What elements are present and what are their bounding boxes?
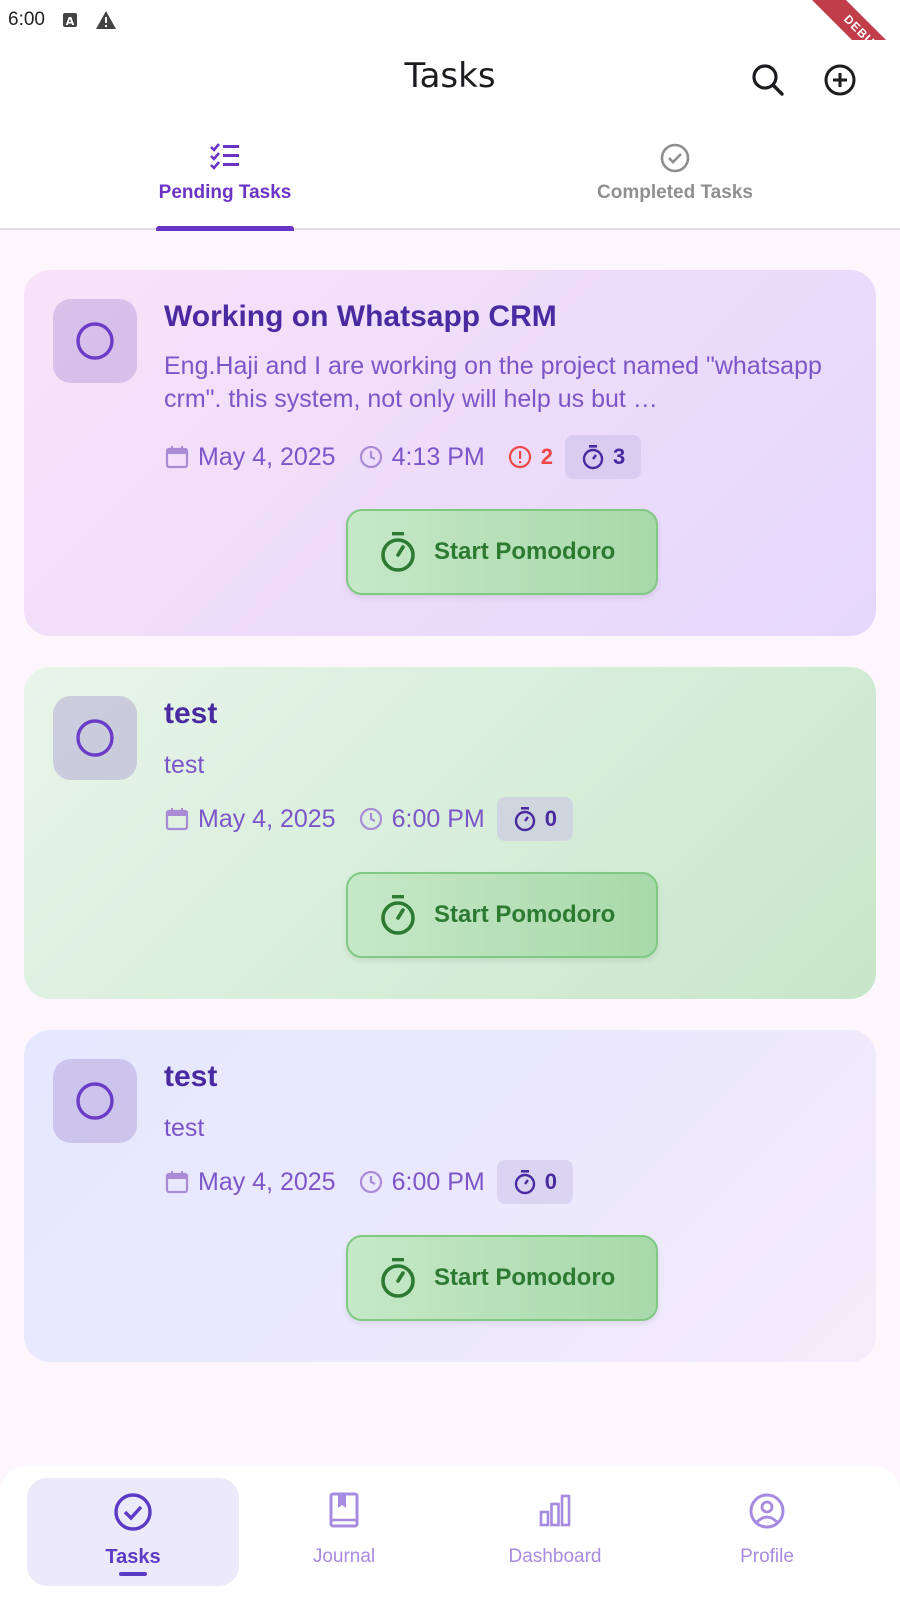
timer-icon <box>381 532 415 572</box>
tab-indicator <box>156 226 294 231</box>
timer-icon <box>381 1258 415 1298</box>
task-card[interactable]: test test May 4, 2025 6:00 PM 0 Start Po… <box>24 667 876 999</box>
task-time: 4:13 PM <box>391 442 485 471</box>
priority-count: 2 <box>540 444 553 469</box>
clock-icon <box>359 1170 382 1194</box>
task-title: test <box>164 1060 218 1093</box>
circle-outline-icon <box>76 322 114 360</box>
complete-task-toggle[interactable] <box>53 1059 137 1143</box>
add-task-button[interactable] <box>820 60 860 100</box>
status-bar: 6:00 A <box>0 0 900 40</box>
timer-icon <box>514 807 535 832</box>
task-time: 6:00 PM <box>391 1167 485 1196</box>
start-pomodoro-button[interactable]: Start Pomodoro <box>346 1235 658 1321</box>
task-date: May 4, 2025 <box>198 442 336 471</box>
account-circle-icon <box>749 1493 785 1529</box>
task-tabs: Pending Tasks Completed Tasks <box>0 120 900 231</box>
nav-tasks[interactable]: Tasks <box>27 1478 239 1586</box>
app-bar: Tasks <box>0 40 900 120</box>
a-badge-icon: A <box>61 11 79 29</box>
priority-alert-icon <box>508 445 531 469</box>
check-circle-icon <box>660 143 690 173</box>
task-date: May 4, 2025 <box>198 1167 336 1196</box>
search-button[interactable] <box>748 60 788 100</box>
pomodoro-count-chip: 0 <box>496 1160 573 1204</box>
nav-label: Profile <box>740 1546 794 1567</box>
clock-icon <box>359 445 382 469</box>
clock-icon <box>359 807 382 831</box>
task-meta: May 4, 2025 6:00 PM 0 <box>164 797 573 841</box>
timer-icon <box>514 1170 535 1195</box>
bottom-navigation: Tasks Journal Dashboard Profile <box>0 1466 900 1600</box>
status-time: 6:00 <box>8 9 45 30</box>
pomodoro-count-chip: 0 <box>496 797 573 841</box>
task-date: May 4, 2025 <box>198 804 336 833</box>
task-time: 6:00 PM <box>391 804 485 833</box>
svg-text:A: A <box>66 15 75 28</box>
checklist-icon <box>210 143 239 170</box>
task-meta: May 4, 2025 4:13 PM 2 3 <box>164 435 642 479</box>
tab-completed-tasks[interactable]: Completed Tasks <box>450 120 900 230</box>
task-title: test <box>164 697 218 730</box>
check-circle-icon <box>114 1493 152 1531</box>
pomodoro-count-chip: 3 <box>564 435 642 479</box>
nav-label: Tasks <box>105 1546 161 1568</box>
pomodoro-count: 3 <box>612 444 626 469</box>
start-pomodoro-label: Start Pomodoro <box>434 901 616 928</box>
circle-outline-icon <box>76 719 114 757</box>
nav-label: Journal <box>312 1546 376 1567</box>
warning-icon <box>95 10 117 30</box>
nav-dashboard[interactable]: Dashboard <box>449 1478 661 1586</box>
bar-chart-icon <box>539 1494 571 1527</box>
timer-icon <box>381 895 415 935</box>
task-description: test <box>164 1114 205 1142</box>
tab-pending-tasks[interactable]: Pending Tasks <box>0 120 450 230</box>
task-title: Working on Whatsapp CRM <box>164 300 557 333</box>
start-pomodoro-label: Start Pomodoro <box>434 538 616 565</box>
start-pomodoro-button[interactable]: Start Pomodoro <box>346 509 658 595</box>
complete-task-toggle[interactable] <box>53 696 137 780</box>
start-pomodoro-button[interactable]: Start Pomodoro <box>346 872 658 958</box>
book-icon <box>329 1492 359 1528</box>
nav-profile[interactable]: Profile <box>661 1478 873 1586</box>
start-pomodoro-label: Start Pomodoro <box>434 1264 616 1291</box>
tab-label: Pending Tasks <box>158 182 292 203</box>
circle-outline-icon <box>76 1082 114 1120</box>
pomodoro-count: 0 <box>544 806 557 831</box>
nav-journal[interactable]: Journal <box>238 1478 450 1586</box>
search-icon <box>752 64 784 96</box>
task-card[interactable]: test test May 4, 2025 6:00 PM 0 Start Po… <box>24 1030 876 1362</box>
task-description: Eng.Haji and I are working on the projec… <box>164 352 822 413</box>
timer-icon <box>582 445 604 470</box>
add-circle-icon <box>824 64 856 96</box>
tab-label: Completed Tasks <box>597 182 753 203</box>
task-description: test <box>164 751 205 779</box>
calendar-icon <box>165 446 189 469</box>
nav-active-indicator <box>119 1572 147 1576</box>
nav-label: Dashboard <box>508 1546 602 1567</box>
task-card[interactable]: Working on Whatsapp CRM Eng.Haji and I a… <box>24 270 876 636</box>
task-meta: May 4, 2025 6:00 PM 0 <box>164 1160 573 1204</box>
calendar-icon <box>165 1171 189 1194</box>
complete-task-toggle[interactable] <box>53 299 137 383</box>
pomodoro-count: 0 <box>544 1169 557 1194</box>
calendar-icon <box>165 808 189 831</box>
